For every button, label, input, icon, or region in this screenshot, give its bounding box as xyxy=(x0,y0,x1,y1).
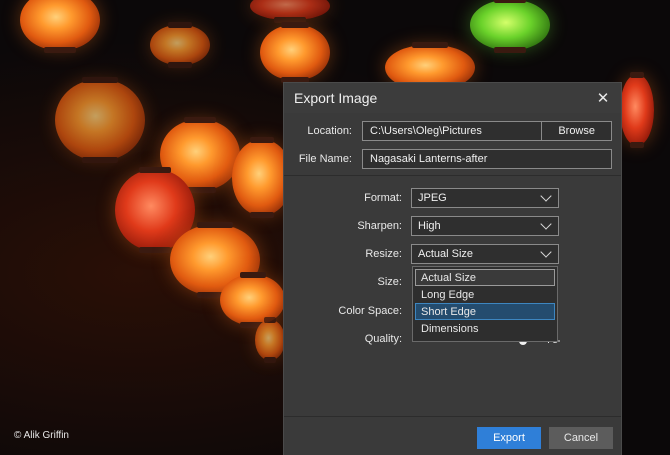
format-row: Format: JPEG xyxy=(284,188,559,208)
size-row: Size: xyxy=(284,276,402,288)
option-actual-size[interactable]: Actual Size xyxy=(415,269,555,286)
format-label: Format: xyxy=(364,192,402,204)
sharpen-value: High xyxy=(418,220,441,232)
resize-label: Resize: xyxy=(365,248,402,260)
lantern xyxy=(250,0,330,23)
option-dimensions[interactable]: Dimensions xyxy=(415,320,555,337)
lantern xyxy=(55,77,145,163)
format-select[interactable]: JPEG xyxy=(411,188,559,208)
sharpen-label: Sharpen: xyxy=(357,220,402,232)
resize-row: Resize: Actual Size xyxy=(284,244,559,264)
resize-dropdown-list[interactable]: Actual Size Long Edge Short Edge Dimensi… xyxy=(412,266,558,342)
dialog-footer: Export Cancel xyxy=(284,416,621,455)
sharpen-select[interactable]: High xyxy=(411,216,559,236)
option-long-edge[interactable]: Long Edge xyxy=(415,286,555,303)
quality-row: Quality: xyxy=(284,333,402,345)
dialog-title: Export Image xyxy=(294,90,378,106)
option-short-edge[interactable]: Short Edge xyxy=(415,303,555,320)
lantern xyxy=(255,317,285,363)
lantern xyxy=(20,0,100,53)
quality-label: Quality: xyxy=(364,333,402,345)
filename-value: Nagasaki Lanterns-after xyxy=(370,153,488,165)
resize-select[interactable]: Actual Size xyxy=(411,244,559,264)
chevron-down-icon xyxy=(540,190,552,202)
location-label: Location: xyxy=(307,125,352,137)
filename-row: File Name: Nagasaki Lanterns-after xyxy=(284,149,612,169)
section-divider xyxy=(284,175,621,176)
lantern xyxy=(150,22,210,68)
browse-button[interactable]: Browse xyxy=(541,121,611,141)
lantern xyxy=(470,0,550,53)
filename-label: File Name: xyxy=(298,153,352,165)
colorspace-label: Color Space: xyxy=(338,305,402,317)
sharpen-row: Sharpen: High xyxy=(284,216,559,236)
size-label: Size: xyxy=(377,276,402,288)
export-button[interactable]: Export xyxy=(477,427,541,449)
location-field[interactable]: C:\Users\Oleg\Pictures Browse xyxy=(362,121,612,141)
colorspace-row: Color Space: xyxy=(284,305,402,317)
cancel-button[interactable]: Cancel xyxy=(549,427,613,449)
dialog-titlebar[interactable]: Export Image ✕ xyxy=(284,83,621,113)
filename-input[interactable]: Nagasaki Lanterns-after xyxy=(362,149,612,169)
export-image-dialog: Export Image ✕ Location: C:\Users\Oleg\P… xyxy=(283,82,622,455)
lantern xyxy=(260,22,330,83)
chevron-down-icon xyxy=(540,218,552,230)
photo-credit: © Alik Griffin xyxy=(14,430,69,441)
format-value: JPEG xyxy=(418,192,447,204)
resize-value: Actual Size xyxy=(418,248,474,260)
location-row: Location: C:\Users\Oleg\Pictures Browse xyxy=(284,121,612,141)
close-icon[interactable]: ✕ xyxy=(595,90,611,107)
location-value: C:\Users\Oleg\Pictures xyxy=(370,125,482,137)
lantern xyxy=(620,72,654,148)
chevron-down-icon xyxy=(540,246,552,258)
